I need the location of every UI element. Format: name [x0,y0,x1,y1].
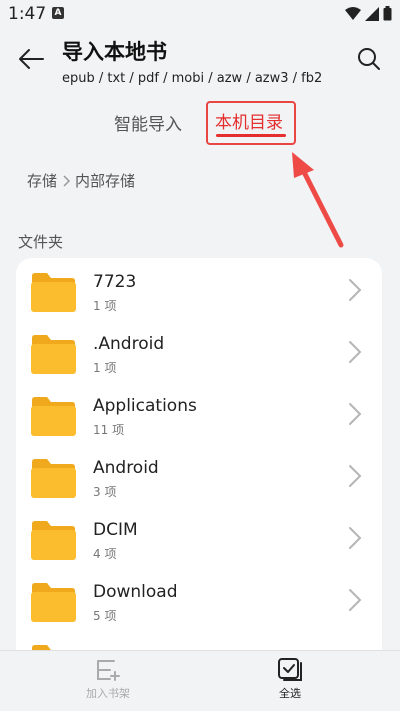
supported-formats: epub / txt / pdf / mobi / azw / azw3 / f… [62,71,323,86]
page-title: 导入本地书 [62,40,167,64]
tab-smart-import[interactable]: 智能导入 [114,110,182,135]
folder-icon [31,273,76,312]
folder-item-count: 4 项 [93,547,117,561]
wifi-icon [345,6,361,20]
folder-row-applications[interactable]: Applications 11 项 [16,382,382,444]
folder-name: Android [93,458,159,478]
folder-row-download[interactable]: Download 5 项 [16,568,382,630]
add-to-shelf-icon [97,660,120,681]
select-all-button[interactable]: 全选 [250,657,330,701]
battery-icon [383,6,392,21]
tab-local-directory[interactable]: 本机目录 [215,108,283,133]
header: 导入本地书 epub / txt / pdf / mobi / azw / az… [0,30,400,90]
active-tab-indicator [216,134,286,137]
chevron-right-icon [349,589,362,611]
folder-name: Applications [93,396,197,416]
folder-icon [31,521,76,560]
folder-row-android[interactable]: Android 3 项 [16,444,382,506]
folder-name: Download [93,582,178,602]
folder-icon [31,583,76,622]
chevron-right-icon [349,279,362,301]
folder-icon [31,459,76,498]
status-icons [345,6,392,21]
search-icon [358,48,380,70]
folder-list: 7723 1 项 .Android 1 项 Applications 11 项 [16,258,382,698]
select-all-label: 全选 [279,687,301,700]
folder-item-count: 5 项 [93,609,117,623]
folder-item-count: 1 项 [93,299,117,313]
chevron-right-icon [63,174,71,187]
folder-name: .Android [93,334,165,354]
back-button[interactable] [14,42,48,76]
notification-icon: A [52,7,64,19]
chevron-right-icon [349,465,362,487]
breadcrumb: 存储 内部存储 [27,170,135,191]
folder-row-dcim[interactable]: DCIM 4 项 [16,506,382,568]
back-arrow-icon [19,49,44,69]
folder-item-count: 1 项 [93,361,117,375]
chevron-right-icon [349,403,362,425]
chevron-right-icon [349,341,362,363]
breadcrumb-storage[interactable]: 存储 [27,170,57,191]
folder-icon [31,397,76,436]
annotation-arrow-icon [292,152,344,248]
status-time: 1:47 [8,4,47,24]
search-button[interactable] [352,42,386,76]
tab-bar: 智能导入 [0,100,400,150]
folder-row-7723[interactable]: 7723 1 项 [16,258,382,320]
folder-item-count: 11 项 [93,423,125,437]
chevron-right-icon [349,527,362,549]
folder-icon [31,335,76,374]
folder-name: 7723 [93,272,137,292]
breadcrumb-internal-storage: 内部存储 [75,172,136,190]
status-bar: 1:47 A [0,0,400,28]
folder-item-count: 3 项 [93,485,117,499]
bottom-action-bar: 加入书架 全选 [0,650,400,711]
select-all-icon [278,658,302,681]
folder-row-dot-android[interactable]: .Android 1 项 [16,320,382,382]
add-to-shelf-label: 加入书架 [86,687,130,700]
signal-icon [365,6,379,21]
add-to-shelf-button[interactable]: 加入书架 [68,657,148,701]
section-label-folders: 文件夹 [18,233,64,251]
folder-name: DCIM [93,520,138,540]
